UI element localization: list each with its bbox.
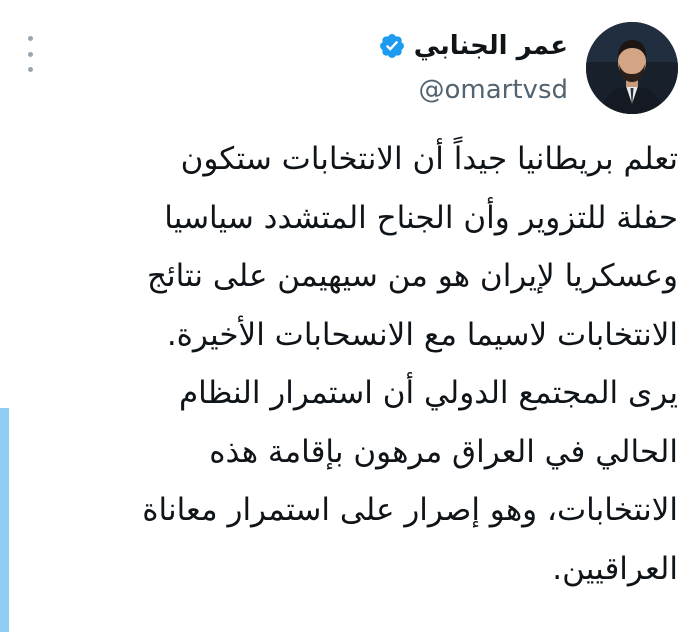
dot: [27, 51, 33, 57]
dot: [27, 67, 33, 72]
avatar[interactable]: [586, 22, 678, 114]
tweet-line: يرى المجتمع الدولي أن استمرار النظام: [178, 375, 678, 411]
left-accent-bar: [0, 408, 9, 632]
author-display-name[interactable]: عمر الجنابي: [414, 30, 568, 62]
tweet-line: العراقيين.: [552, 550, 678, 587]
tweet-line: الحالي في العراق مرهون بإقامة هذه: [209, 433, 678, 470]
verified-badge-icon: [379, 34, 404, 58]
author-handle[interactable]: @omartvsd: [419, 74, 569, 106]
dot: [27, 36, 33, 41]
tweet-line: حفلة للتزوير وأن الجناح المتشدد سياسيا: [164, 199, 678, 236]
tweet-line: تعلم بريطانيا جيداً أن الانتخابات ستكون: [180, 141, 678, 177]
tweet-line: وعسكريا لإيران هو من سيهيمن على نتائج: [146, 258, 678, 294]
tweet-line: الانتخابات لاسيما مع الانسحابات الأخيرة.: [166, 316, 678, 353]
tweet-text: تعلم بريطانيا جيداً أن الانتخابات ستكون …: [28, 130, 678, 598]
tweet-card: عمر الجنابي @omartvsd تعلم بريطانيا جيدا…: [0, 0, 700, 632]
tweet-line: الانتخابات، وهو إصرار على استمرار معاناة: [142, 492, 678, 528]
author-name-row[interactable]: عمر الجنابي: [378, 30, 568, 62]
more-options-icon[interactable]: [22, 36, 38, 72]
profile-photo-icon: [586, 22, 678, 114]
